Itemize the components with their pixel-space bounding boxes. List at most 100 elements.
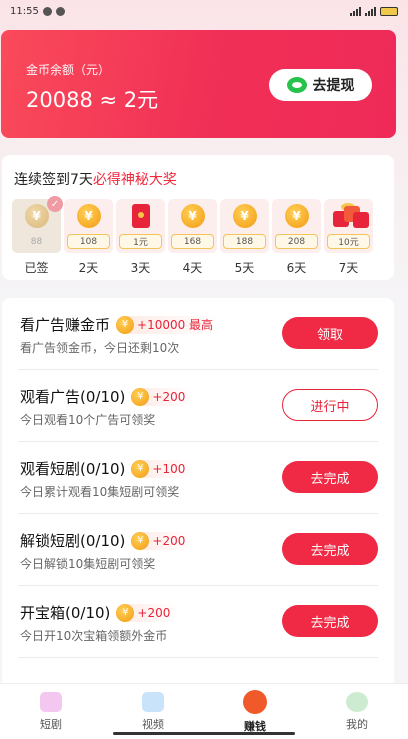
check-icon: ✓ xyxy=(47,196,63,212)
task-title: 解锁短剧(0/10) ¥ +200 xyxy=(20,530,194,551)
withdraw-label: 去提现 xyxy=(312,78,355,94)
reward-text: +10000 最高 xyxy=(137,318,214,332)
day-label: 4天 xyxy=(182,261,203,275)
app-notification-icon xyxy=(55,6,65,16)
task-item: 观看广告(0/10) ¥ +200 今日观看10个广告可领奖 进行中 xyxy=(2,370,394,442)
tab-short-drama[interactable]: 短剧 xyxy=(0,684,102,739)
earn-icon xyxy=(243,689,267,714)
coin-icon: ¥ xyxy=(232,204,257,228)
task-title-text: 观看短剧(0/10) xyxy=(20,460,126,478)
coin-icon: ¥ xyxy=(131,387,150,406)
reward-chip: ¥ +200 xyxy=(131,531,194,550)
coin-icon: ¥ xyxy=(76,204,101,228)
task-title-text: 观看广告(0/10) xyxy=(20,388,126,406)
checkin-days: ¥ ✓ 88 已签 ¥ 108 2天 1元 3天 ¥ 168 4天 ¥ 188 … xyxy=(12,196,373,276)
day-box: ¥ 108 xyxy=(64,199,113,253)
task-title: 开宝箱(0/10) ¥ +200 xyxy=(20,602,179,623)
red-packet-icon xyxy=(131,204,150,228)
day-amount: 188 xyxy=(223,234,266,249)
task-item: 开宝箱(0/10) ¥ +200 今日开10次宝箱领额外金币 去完成 xyxy=(2,586,394,658)
profile-icon xyxy=(346,691,368,712)
checkin-day[interactable]: ¥ 168 4天 xyxy=(168,199,217,276)
video-icon xyxy=(142,691,164,712)
reward-chip: ¥ +200 xyxy=(131,387,194,406)
day-amount: 1元 xyxy=(119,234,162,249)
go-complete-button[interactable]: 去完成 xyxy=(282,533,378,565)
reward-text: +200 xyxy=(137,605,171,620)
task-desc: 今日开10次宝箱领额外金币 xyxy=(20,629,168,643)
balance-value: 20088 ≈ 2元 xyxy=(26,88,159,112)
day-label: 6天 xyxy=(286,261,307,275)
day-amount: 10元 xyxy=(327,234,370,249)
go-complete-button[interactable]: 去完成 xyxy=(282,461,378,493)
task-item: 观看短剧(0/10) ¥ +100 今日累计观看10集短剧可领奖 去完成 xyxy=(2,442,394,514)
bottom-tab-bar: 短剧 视频 赚钱 我的 xyxy=(0,683,408,739)
status-right xyxy=(350,6,398,16)
reward-text: +100 xyxy=(152,461,186,476)
balance-card: 金币余额（元） 20088 ≈ 2元 去提现 xyxy=(1,30,396,138)
checkin-day[interactable]: ¥ ✓ 88 已签 xyxy=(12,196,63,276)
coin-icon: ¥ xyxy=(116,315,135,334)
checkin-day[interactable]: 10元 7天 xyxy=(324,199,373,276)
tab-label: 短剧 xyxy=(40,717,62,731)
short-drama-icon xyxy=(40,691,62,712)
claim-button[interactable]: 领取 xyxy=(282,317,378,349)
checkin-title-highlight: 必得神秘大奖 xyxy=(92,172,177,188)
reward-chip: ¥ +100 xyxy=(131,459,194,478)
checkin-day[interactable]: 1元 3天 xyxy=(116,199,165,276)
tab-label: 我的 xyxy=(346,717,368,731)
checkin-title: 连续签到7天必得神秘大奖 xyxy=(14,169,177,189)
wechat-icon xyxy=(286,77,307,93)
coin-icon: ¥ xyxy=(131,531,150,550)
coin-icon: ¥ xyxy=(131,459,150,478)
reward-chip: ¥ +200 xyxy=(116,603,179,622)
in-progress-button[interactable]: 进行中 xyxy=(282,389,378,421)
battery-icon xyxy=(380,6,398,16)
task-desc: 看广告领金币，今日还剩10次 xyxy=(20,341,180,355)
day-box: 10元 xyxy=(324,199,373,253)
go-complete-button[interactable]: 去完成 xyxy=(282,605,378,637)
day-amount: 108 xyxy=(67,234,110,249)
tab-video[interactable]: 视频 xyxy=(102,684,204,739)
day-box: ¥ ✓ 88 xyxy=(12,196,63,253)
signal-2-icon xyxy=(365,6,376,16)
task-title-text: 看广告赚金币 xyxy=(20,316,111,334)
status-bar: 11:55 xyxy=(0,0,408,22)
day-label: 5天 xyxy=(234,261,255,275)
day-box: ¥ 168 xyxy=(168,199,217,253)
day-label: 已签 xyxy=(24,261,49,275)
signal-icon xyxy=(350,6,361,16)
notification-icon xyxy=(42,6,52,16)
coin-icon: ¥ xyxy=(24,204,49,228)
task-title-text: 解锁短剧(0/10) xyxy=(20,532,126,550)
task-desc: 今日解锁10集短剧可领奖 xyxy=(20,557,156,571)
reward-text: +200 xyxy=(152,533,186,548)
task-desc: 今日观看10个广告可领奖 xyxy=(20,413,156,427)
tab-label: 视频 xyxy=(142,717,164,731)
reward-chip: ¥ +10000 最高 xyxy=(116,315,222,334)
task-title: 观看短剧(0/10) ¥ +100 xyxy=(20,458,194,479)
task-desc: 今日累计观看10集短剧可领奖 xyxy=(20,485,180,499)
tab-earn[interactable]: 赚钱 xyxy=(204,684,306,739)
day-box: 1元 xyxy=(116,199,165,253)
divider xyxy=(18,657,378,658)
balance-label: 金币余额（元） xyxy=(26,63,111,77)
task-item: 看广告赚金币 ¥ +10000 最高 看广告领金币，今日还剩10次 领取 xyxy=(2,298,394,370)
tab-profile[interactable]: 我的 xyxy=(306,684,408,739)
day-box: ¥ 188 xyxy=(220,199,269,253)
home-indicator[interactable] xyxy=(113,732,295,735)
day-label: 3天 xyxy=(130,261,151,275)
task-item: 解锁短剧(0/10) ¥ +200 今日解锁10集短剧可领奖 去完成 xyxy=(2,514,394,586)
gift-icon xyxy=(331,203,369,229)
withdraw-button[interactable]: 去提现 xyxy=(269,69,372,101)
checkin-day[interactable]: ¥ 108 2天 xyxy=(64,199,113,276)
checkin-day[interactable]: ¥ 188 5天 xyxy=(220,199,269,276)
task-title-text: 开宝箱(0/10) xyxy=(20,604,111,622)
day-amount: 168 xyxy=(171,234,214,249)
checkin-day[interactable]: ¥ 208 6天 xyxy=(272,199,321,276)
checkin-card: 连续签到7天必得神秘大奖 ¥ ✓ 88 已签 ¥ 108 2天 1元 3天 ¥ … xyxy=(2,155,394,280)
task-list: 看广告赚金币 ¥ +10000 最高 看广告领金币，今日还剩10次 领取 观看广告… xyxy=(2,298,394,698)
status-time: 11:55 xyxy=(10,5,39,17)
reward-text: +200 xyxy=(152,389,186,404)
status-left: 11:55 xyxy=(10,6,65,17)
